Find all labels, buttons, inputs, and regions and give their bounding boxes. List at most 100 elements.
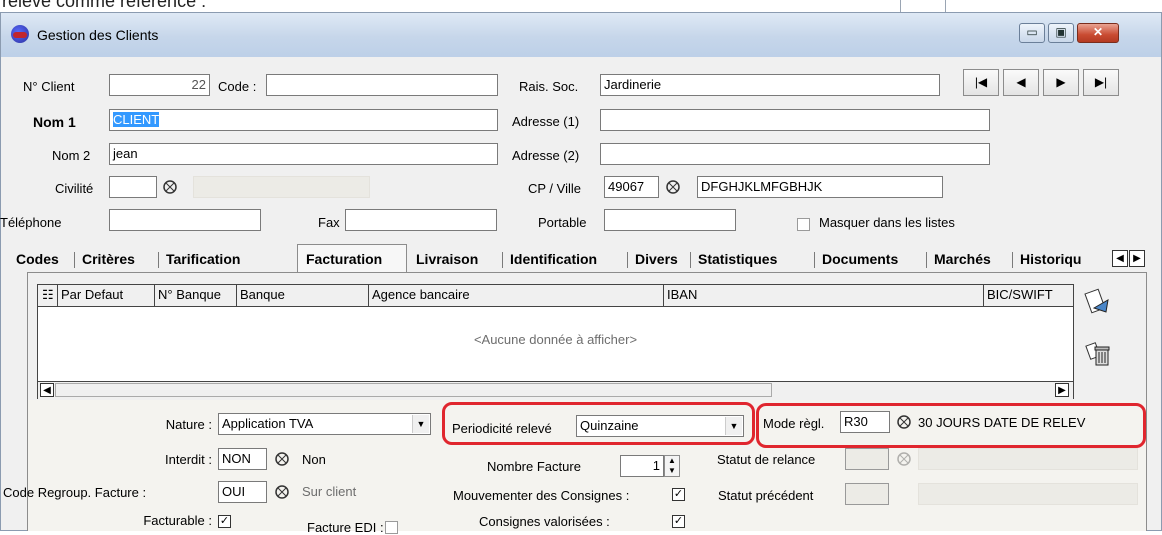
civilite-label: Civilité: [55, 181, 94, 196]
col-n-banque[interactable]: N° Banque: [155, 285, 237, 306]
lookup-icon[interactable]: [895, 413, 913, 431]
tab-facturation[interactable]: Facturation: [306, 248, 382, 271]
facture-edi-checkbox[interactable]: [385, 521, 398, 534]
scroll-left-arrow[interactable]: ◀: [40, 383, 54, 397]
col-bic[interactable]: BIC/SWIFT: [984, 285, 1073, 306]
interdit-description: Non: [302, 452, 326, 467]
code-regroup-description: Sur client: [302, 484, 357, 499]
nature-dropdown[interactable]: Application TVA ▼: [218, 413, 431, 435]
n-client-label: N° Client: [23, 79, 75, 94]
periodicite-value: Quinzaine: [580, 418, 639, 433]
cp-field[interactable]: 49067: [604, 176, 659, 198]
tab-scroll-right[interactable]: ▶: [1129, 250, 1145, 267]
portable-field[interactable]: [604, 209, 736, 231]
maximize-button[interactable]: ▣: [1048, 23, 1074, 43]
nom1-label: Nom 1: [33, 114, 76, 130]
masquer-label: Masquer dans les listes: [819, 215, 955, 230]
telephone-label: Téléphone: [0, 215, 62, 230]
code-label: Code :: [218, 79, 257, 94]
top-cropped-caption: relevé comme référence :: [0, 0, 1162, 12]
lookup-icon[interactable]: [273, 450, 291, 468]
tab-marches[interactable]: Marchés: [934, 248, 991, 271]
column-chooser-icon[interactable]: ☷: [38, 285, 58, 306]
mode-code-field[interactable]: R30: [840, 411, 890, 433]
rais-soc-field[interactable]: Jardinerie: [600, 74, 940, 96]
tab-separator: [158, 252, 159, 268]
statut-precedent-desc: [918, 483, 1138, 505]
facturable-checkbox[interactable]: ✓: [218, 515, 231, 528]
interdit-label: Interdit :: [165, 452, 212, 467]
tab-tarification[interactable]: Tarification: [166, 248, 240, 271]
adresse1-field[interactable]: [600, 109, 990, 131]
portable-label: Portable: [538, 215, 587, 230]
interdit-field[interactable]: NON: [218, 448, 267, 470]
cpville-label: CP / Ville: [528, 181, 581, 196]
tab-separator: [502, 252, 503, 268]
lookup-icon[interactable]: [273, 483, 291, 501]
dropdown-arrow-icon[interactable]: ▼: [725, 417, 742, 435]
rais-soc-label: Rais. Soc.: [519, 79, 579, 94]
tab-documents[interactable]: Documents: [822, 248, 898, 271]
statut-relance-desc: [918, 448, 1138, 470]
minimize-button[interactable]: ▭: [1019, 23, 1045, 43]
delete-bank-icon[interactable]: [1084, 340, 1112, 370]
civilite-field[interactable]: [109, 176, 157, 198]
statut-relance-field: [845, 448, 889, 470]
periodicite-dropdown[interactable]: Quinzaine ▼: [576, 415, 744, 437]
code-field[interactable]: [266, 74, 498, 96]
adresse2-field[interactable]: [600, 143, 990, 165]
caption-fragment: relevé comme référence :: [2, 0, 207, 11]
fax-field[interactable]: [345, 209, 497, 231]
nombre-facture-field[interactable]: 1: [620, 455, 664, 477]
close-button[interactable]: ✕: [1077, 23, 1119, 43]
code-regroup-label: Code Regroup. Facture :: [3, 485, 147, 500]
tab-identification[interactable]: Identification: [510, 248, 597, 271]
nom1-field[interactable]: CLIENT: [109, 109, 498, 131]
adresse2-label: Adresse (2): [512, 148, 580, 163]
col-agence[interactable]: Agence bancaire: [369, 285, 664, 306]
civilite-desc: [193, 176, 370, 198]
tab-historique[interactable]: Historiqu: [1020, 248, 1112, 271]
scroll-thumb[interactable]: [55, 383, 772, 397]
lookup-icon: [897, 452, 911, 466]
mode-description: 30 JOURS DATE DE RELEV: [918, 415, 1086, 430]
dropdown-arrow-icon[interactable]: ▼: [412, 415, 429, 433]
edit-bank-icon[interactable]: [1084, 288, 1112, 318]
n-client-field[interactable]: 22: [109, 74, 210, 96]
col-banque[interactable]: Banque: [237, 285, 369, 306]
last-record-button[interactable]: ▶|: [1083, 69, 1119, 96]
mouvementer-checkbox[interactable]: ✓: [672, 488, 685, 501]
tab-divers[interactable]: Divers: [635, 248, 678, 271]
fax-label: Fax: [318, 215, 340, 230]
title-bar: Gestion des Clients ▭ ▣ ✕: [1, 13, 1161, 57]
lookup-icon[interactable]: [161, 178, 179, 196]
periodicite-label: Periodicité relevé: [452, 421, 552, 436]
lookup-icon[interactable]: [664, 178, 682, 196]
tab-codes[interactable]: Codes: [16, 248, 59, 271]
statut-precedent-label: Statut précédent: [718, 488, 814, 503]
grid-hscrollbar[interactable]: ◀ ▶: [38, 381, 1073, 399]
next-record-button[interactable]: ▶: [1043, 69, 1079, 96]
tab-separator: [814, 252, 815, 268]
tab-criteres[interactable]: Critères: [82, 248, 135, 271]
tab-statistiques[interactable]: Statistiques: [698, 248, 777, 271]
masquer-checkbox[interactable]: [797, 218, 810, 231]
first-record-button[interactable]: |◀: [963, 69, 999, 96]
adresse1-label: Adresse (1): [512, 114, 580, 129]
prev-record-button[interactable]: ◀: [1003, 69, 1039, 96]
tab-scroll-left[interactable]: ◀: [1112, 250, 1128, 267]
col-iban[interactable]: IBAN: [664, 285, 984, 306]
col-par-defaut[interactable]: Par Defaut: [58, 285, 155, 306]
telephone-field[interactable]: [109, 209, 261, 231]
tab-livraison[interactable]: Livraison: [416, 248, 478, 271]
nom2-field[interactable]: jean: [109, 143, 498, 165]
mode-label: Mode règl.: [763, 416, 825, 431]
consignes-checkbox[interactable]: ✓: [672, 515, 685, 528]
tab-separator: [926, 252, 927, 268]
nombre-facture-spinner[interactable]: ▲ ▼: [664, 455, 680, 477]
statut-precedent-field: [845, 483, 889, 505]
statut-relance-label: Statut de relance: [717, 452, 816, 467]
scroll-right-arrow[interactable]: ▶: [1055, 383, 1069, 397]
code-regroup-field[interactable]: OUI: [218, 481, 267, 503]
ville-field[interactable]: DFGHJKLMFGBHJK: [697, 176, 943, 198]
